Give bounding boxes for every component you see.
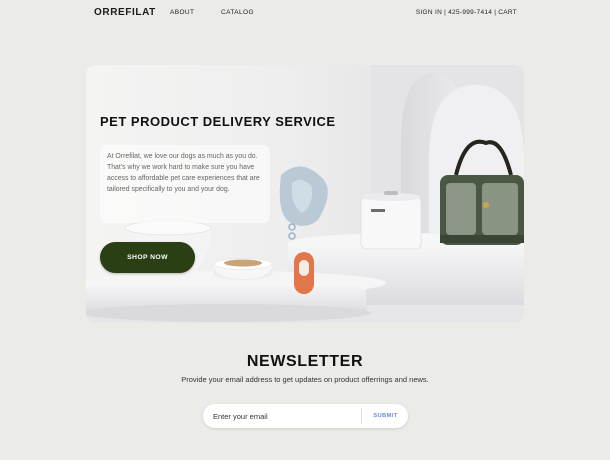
divider <box>361 408 362 424</box>
site-header: ORREFILAT ABOUT CATALOG SIGN IN | 425-99… <box>0 0 610 26</box>
hero-banner: PET PRODUCT DELIVERY SERVICE At Orrefila… <box>86 65 524 323</box>
hero-title: PET PRODUCT DELIVERY SERVICE <box>100 114 336 129</box>
newsletter-form: SUBMIT <box>203 404 408 428</box>
account-links: SIGN IN | 425-999-7414 | CART <box>416 9 517 16</box>
cart-link[interactable]: CART <box>498 9 517 16</box>
newsletter-title: NEWSLETTER <box>246 353 364 370</box>
shop-now-button[interactable]: SHOP NOW <box>100 242 195 273</box>
nav-about-link[interactable]: ABOUT <box>170 9 194 16</box>
separator: | <box>494 9 497 16</box>
sign-in-link[interactable]: SIGN IN <box>416 9 442 16</box>
email-input[interactable] <box>213 404 358 428</box>
site-logo[interactable]: ORREFILAT <box>94 7 156 18</box>
hero-description: At Orrefilat, we love our dogs as much a… <box>100 145 270 223</box>
nav-catalog-link[interactable]: CATALOG <box>221 9 254 16</box>
submit-button[interactable]: SUBMIT <box>363 404 408 428</box>
separator: | <box>444 9 447 16</box>
newsletter-subtitle: Provide your email address to get update… <box>181 375 429 384</box>
water-fountain <box>360 196 422 250</box>
phone-number[interactable]: 425-999-7414 <box>448 9 492 16</box>
